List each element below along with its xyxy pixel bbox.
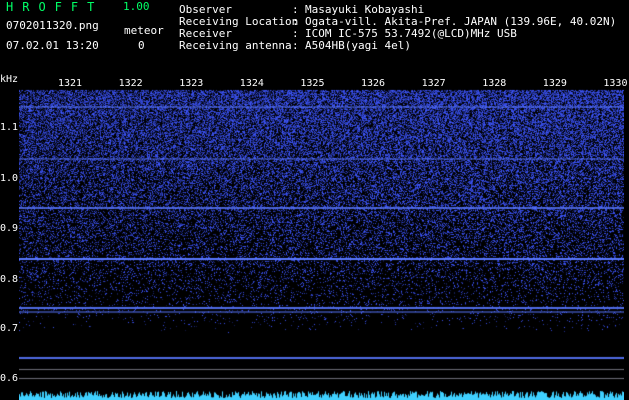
y-tick-label: 0.8	[0, 274, 19, 285]
antenna-colon: :	[292, 39, 299, 52]
antenna-value: A504HB(yagi 4el)	[305, 39, 411, 52]
x-tick-label: 1328	[482, 78, 507, 89]
antenna-key: Receiving antenna	[179, 39, 292, 52]
y-tick-label: 0.7	[0, 323, 19, 334]
app-version: 1.00	[123, 0, 150, 13]
spectrogram-canvas	[19, 78, 624, 400]
meteor-label: meteor	[124, 24, 164, 37]
amplitude-trace	[19, 388, 624, 400]
y-tick-label: 1.1	[0, 122, 19, 133]
y-axis-unit: kHz	[0, 74, 19, 85]
timestamp: 07.02.01 13:20	[6, 39, 99, 52]
y-tick-label: 0.9	[0, 223, 19, 234]
x-tick-label: 1322	[118, 78, 143, 89]
file-name: 0702011320.png	[6, 19, 99, 32]
y-tick-label: 0.6	[0, 373, 19, 384]
x-tick-label: 1324	[239, 78, 264, 89]
x-tick-label: 1329	[542, 78, 567, 89]
app-title: HROFFT	[6, 0, 104, 14]
x-tick-label: 1327	[421, 78, 446, 89]
x-tick-label: 1325	[300, 78, 325, 89]
x-tick-label: 1321	[58, 78, 83, 89]
x-tick-label: 1326	[361, 78, 386, 89]
y-tick-label: 1.0	[0, 173, 19, 184]
meteor-count: 0	[138, 39, 145, 52]
x-tick-label: 1323	[179, 78, 204, 89]
x-tick-label: 1330	[603, 78, 628, 89]
